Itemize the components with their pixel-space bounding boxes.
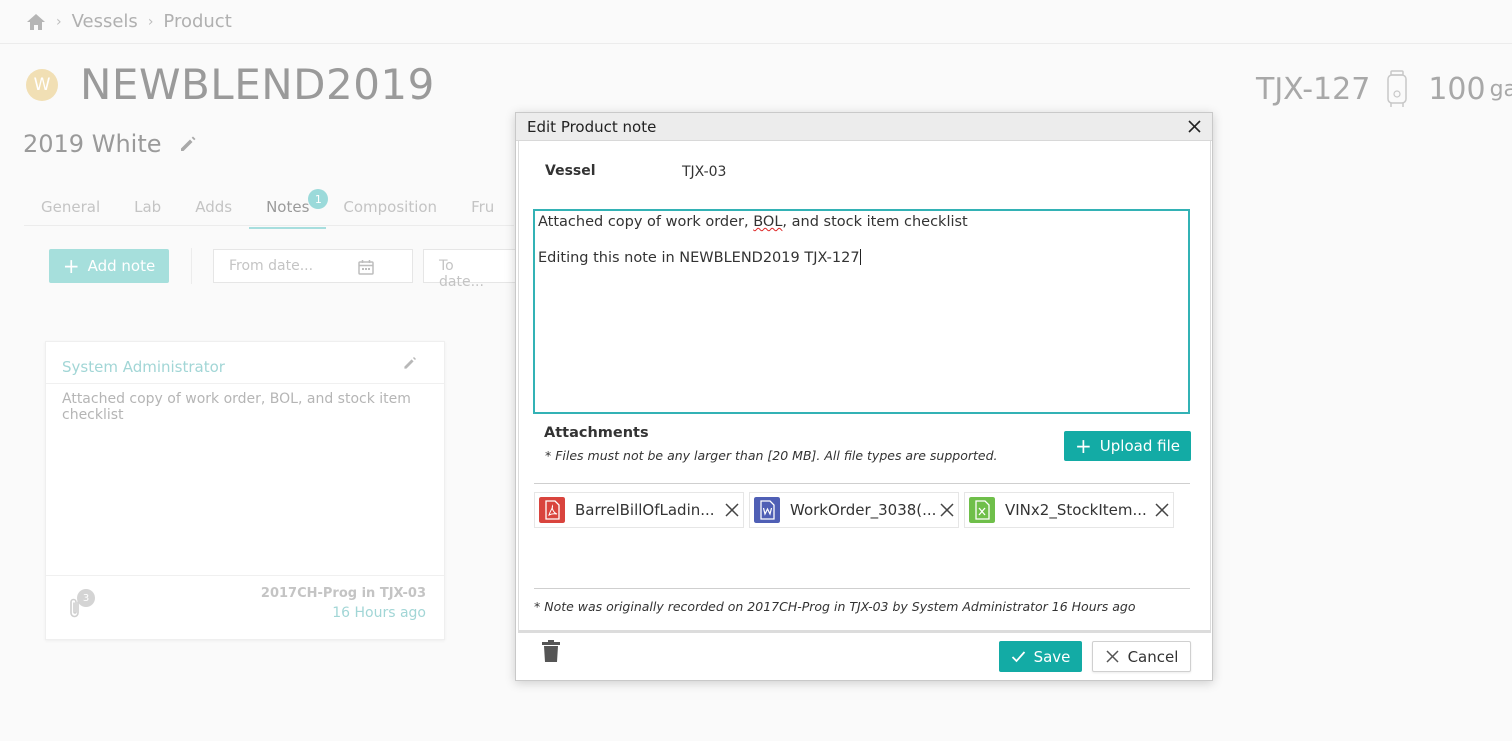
breadcrumb-product: Product (163, 11, 232, 32)
edit-pencil-icon[interactable] (178, 134, 198, 154)
to-date-placeholder: To date... (439, 258, 484, 290)
chevron-right-icon: › (56, 13, 62, 30)
card-divider (46, 383, 444, 384)
note-author[interactable]: System Administrator (62, 358, 225, 376)
note-text-segment: Attached copy of work order, (538, 214, 754, 230)
tab-fruit[interactable]: Fru (454, 188, 511, 229)
edit-note-icon[interactable] (402, 355, 418, 371)
product-subtitle: 2019 White (23, 130, 162, 158)
attachment-name: WorkOrder_3038(... (790, 501, 937, 519)
tank-icon (1387, 70, 1408, 107)
trash-icon[interactable] (542, 640, 560, 662)
attachment-chip[interactable]: WorkOrder_3038(... (749, 492, 959, 528)
original-record-note: * Note was originally recorded on 2017CH… (534, 599, 1136, 614)
note-line-1: Attached copy of work order, BOL, and st… (538, 213, 1185, 231)
dialog-body: Vessel TJX-03 Attached copy of work orde… (518, 141, 1211, 631)
tab-notes[interactable]: Notes 1 (249, 188, 329, 229)
edit-note-dialog: Edit Product note Vessel TJX-03 Attached… (515, 112, 1213, 681)
page-title: NEWBLEND2019 (80, 60, 435, 109)
add-note-button[interactable]: + Add note (49, 249, 169, 283)
remove-attachment-icon[interactable] (725, 503, 739, 517)
attachment-chip[interactable]: VINx2_StockItem... (964, 492, 1174, 528)
toolbar-divider (191, 248, 192, 284)
dialog-title: Edit Product note (527, 118, 657, 136)
chevron-right-icon: › (147, 13, 154, 30)
notes-count-badge: 1 (308, 189, 329, 209)
attachments-hint: * Files must not be any larger than [20 … (545, 448, 998, 463)
note-blank-line (538, 231, 1185, 249)
word-file-icon (754, 497, 780, 523)
vessel-volume-unit: gal (1489, 76, 1512, 102)
attachment-count-badge: 3 (77, 589, 95, 607)
vessel-label: Vessel (545, 163, 596, 179)
save-label: Save (1033, 647, 1071, 666)
tab-lab[interactable]: Lab (117, 188, 178, 229)
add-note-label: Add note (87, 257, 156, 275)
close-icon[interactable] (1187, 119, 1202, 134)
vessel-value: TJX-03 (682, 164, 727, 180)
from-date-input[interactable]: From date... (213, 249, 413, 283)
from-date-placeholder: From date... (229, 258, 314, 274)
save-button[interactable]: Save (999, 641, 1082, 672)
to-date-input[interactable]: To date... (423, 249, 518, 290)
breadcrumb-vessels[interactable]: Vessels (72, 11, 138, 32)
plus-icon: + (1075, 434, 1092, 458)
dialog-header[interactable]: Edit Product note (516, 113, 1212, 141)
attachment-name: BarrelBillOfLadin... (575, 501, 715, 519)
card-divider (46, 575, 444, 576)
close-icon (1106, 650, 1119, 663)
note-card: System Administrator Attached copy of wo… (45, 341, 445, 640)
plus-icon: + (62, 254, 80, 278)
cancel-button[interactable]: Cancel (1092, 641, 1191, 672)
attachment-name: VINx2_StockItem... (1005, 501, 1147, 519)
note-text-segment: , and stock item checklist (782, 214, 968, 230)
attachment-chip[interactable]: BarrelBillOfLadin... (534, 492, 744, 528)
note-line-2: Editing this note in NEWBLEND2019 TJX-12… (538, 249, 1185, 267)
spellcheck-word: BOL (753, 214, 783, 230)
checkmark-icon (1011, 651, 1025, 663)
vessel-volume: 100 (1428, 71, 1486, 107)
pdf-file-icon (539, 497, 565, 523)
upload-file-button[interactable]: + Upload file (1064, 431, 1191, 461)
tab-notes-label: Notes (266, 198, 310, 216)
footer-note-divider (534, 588, 1190, 589)
product-header: W NEWBLEND2019 (26, 60, 435, 109)
product-tabs: General Lab Adds Notes 1 Composition Fru (24, 188, 511, 229)
note-body: Attached copy of work order, BOL, and st… (62, 391, 411, 423)
vessel-summary: TJX-127 100 gal (1256, 70, 1512, 108)
tab-composition[interactable]: Composition (326, 188, 454, 229)
cancel-label: Cancel (1127, 647, 1179, 666)
upload-file-label: Upload file (1099, 437, 1180, 455)
product-color-badge: W (26, 68, 58, 101)
tabs-divider (24, 225, 514, 226)
note-text-editor[interactable]: Attached copy of work order, BOL, and st… (533, 209, 1190, 414)
note-source: 2017CH-Prog in TJX-03 (260, 586, 426, 601)
calendar-icon[interactable] (358, 259, 374, 275)
remove-attachment-icon[interactable] (940, 503, 954, 517)
text-caret (859, 249, 861, 265)
attachments-title: Attachments (544, 425, 649, 441)
home-icon[interactable] (26, 12, 46, 32)
remove-attachment-icon[interactable] (1155, 503, 1169, 517)
dialog-footer-divider (518, 631, 1211, 633)
tab-adds[interactable]: Adds (178, 188, 249, 229)
attachments-divider (534, 483, 1190, 484)
note-timestamp: 16 Hours ago (332, 605, 426, 621)
vessel-code[interactable]: TJX-127 (1256, 72, 1370, 107)
note-text-segment: Editing this note in NEWBLEND2019 TJX-12… (538, 250, 860, 266)
excel-file-icon (969, 497, 995, 523)
breadcrumb: › Vessels › Product (0, 0, 1512, 44)
tab-general[interactable]: General (24, 188, 117, 229)
product-subtitle-row: 2019 White (23, 130, 198, 158)
